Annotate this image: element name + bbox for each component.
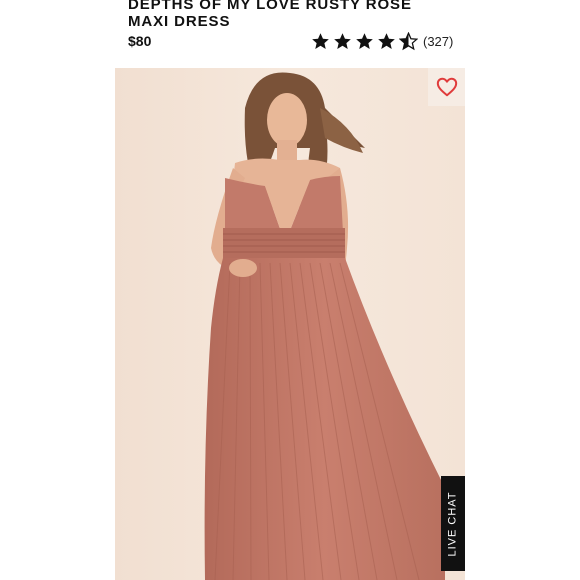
product-title: DEPTHS OF MY LOVE RUSTY ROSE MAXI DRESS <box>128 0 412 30</box>
product-photo[interactable] <box>115 68 465 580</box>
review-count[interactable]: (327) <box>423 34 453 49</box>
half-star-icon <box>399 31 418 50</box>
dress-model-illustration <box>115 68 465 580</box>
star-icon <box>334 32 351 49</box>
star-icon <box>312 32 329 49</box>
favorite-button[interactable] <box>428 68 465 106</box>
rating[interactable]: (327) <box>311 31 453 51</box>
heart-icon <box>436 77 457 97</box>
product-price: $80 <box>128 33 152 49</box>
live-chat-button[interactable]: LIVE CHAT <box>441 476 465 571</box>
live-chat-label: LIVE CHAT <box>447 490 459 557</box>
star-icon <box>356 32 373 49</box>
star-icon <box>378 32 395 49</box>
